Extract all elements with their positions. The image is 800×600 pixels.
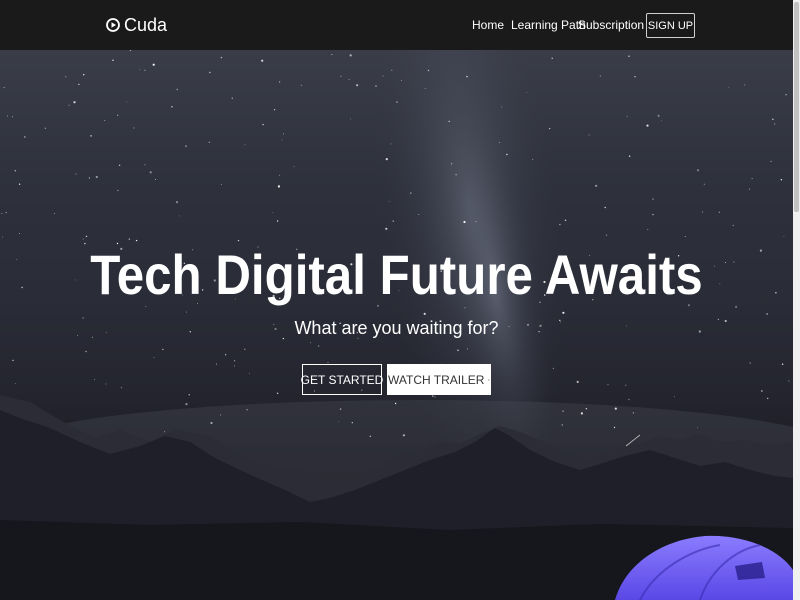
landing-page: Cuda Home Learning Path Subscription SIG… [0, 0, 800, 600]
watch-trailer-label: WATCH TRAILER [388, 372, 485, 387]
hero-title: Tech Digital Future Awaits [90, 243, 703, 306]
navbar: Cuda Home Learning Path Subscription SIG… [0, 0, 793, 50]
brand-name: Cuda [124, 14, 168, 35]
brand-logo-link[interactable]: Cuda [106, 13, 167, 37]
play-circle-icon [488, 378, 490, 381]
hero-subtitle: What are you waiting for? [294, 318, 499, 338]
get-started-button[interactable]: GET STARTED [301, 364, 383, 395]
watch-trailer-button[interactable]: WATCH TRAILER [387, 364, 491, 395]
scrollbar[interactable] [793, 0, 800, 600]
nav-link-home[interactable]: Home [472, 17, 504, 33]
signup-button[interactable]: SIGN UP [646, 13, 695, 38]
play-circle-icon [106, 18, 120, 32]
hero-section: Tech Digital Future Awaits What are you … [0, 50, 793, 600]
nav-link-subscription[interactable]: Subscription [578, 17, 644, 33]
nav-link-learning-path[interactable]: Learning Path [511, 17, 586, 33]
scrollbar-thumb[interactable] [794, 2, 799, 212]
